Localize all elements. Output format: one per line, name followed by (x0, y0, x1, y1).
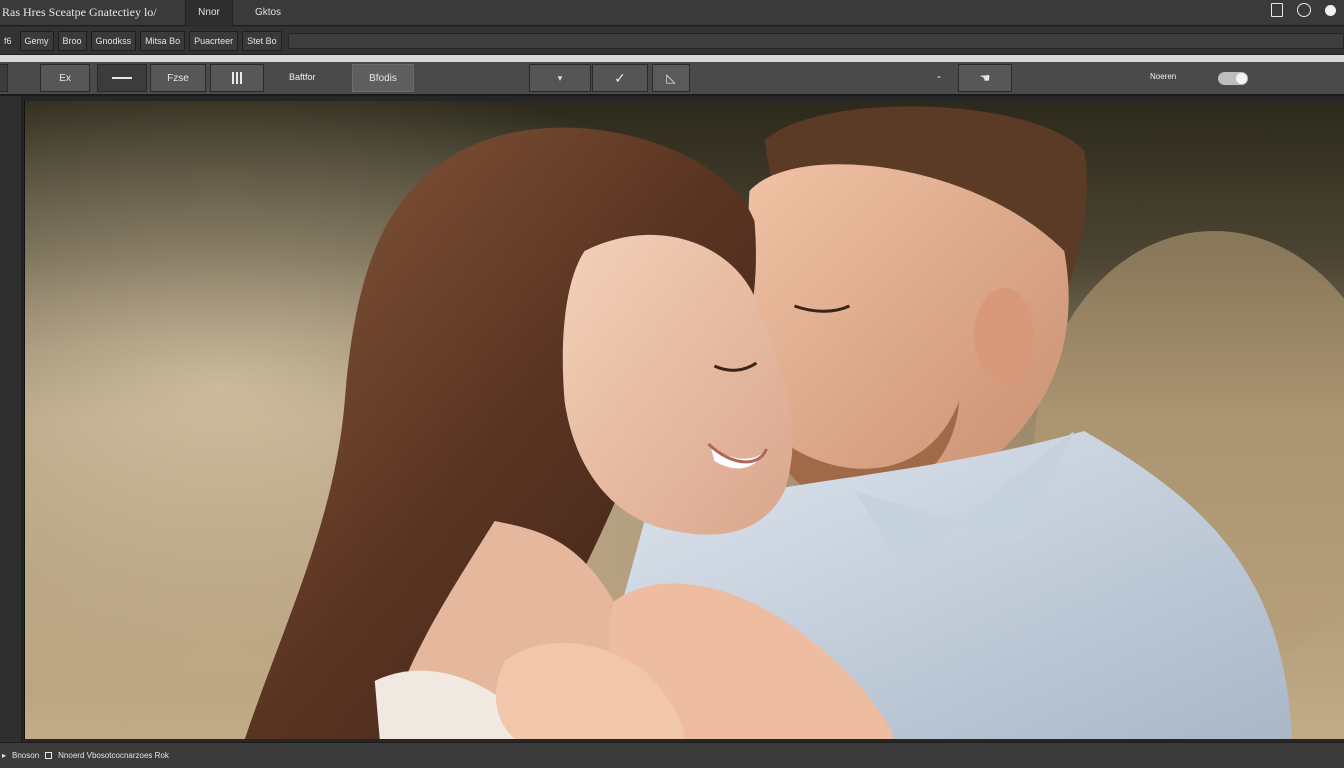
tool-bfodis[interactable]: Bfodis (352, 64, 414, 92)
accent-strip (0, 55, 1344, 62)
tool-ex-label: Ex (59, 72, 71, 84)
tool-bfodis-label: Bfodis (369, 72, 397, 84)
menu-item-mitsa-bo[interactable]: Mitsa Bo (140, 30, 186, 51)
photo-image (25, 101, 1344, 739)
hand-icon: ☚ (979, 71, 991, 85)
title-bar: Ras Hres Sceatpe Gnatectiey lo/ Nnor Gkt… (0, 0, 1344, 26)
menu-item-gemy[interactable]: Gemy (19, 30, 54, 51)
dropdown-button[interactable]: ▾ (529, 64, 591, 92)
menu-item-f6[interactable]: f6 (0, 31, 16, 51)
search-circle-icon[interactable] (1297, 3, 1311, 17)
tool-bars[interactable] (210, 64, 264, 92)
account-dot-icon[interactable] (1325, 4, 1336, 16)
toolbar-toggle[interactable] (1218, 72, 1248, 85)
toolbar-right-label: Noeren (1150, 72, 1177, 81)
ramp-button[interactable]: ◺ (652, 64, 690, 92)
menu-item-stet-bo[interactable]: Stet Bo (242, 30, 282, 51)
check-icon: ✓ (614, 69, 626, 86)
minus-icon[interactable]: - (937, 69, 941, 83)
document-icon[interactable] (1271, 3, 1283, 17)
tab-gktos[interactable]: Gktos (233, 0, 303, 26)
toolbar: Ex Fzse Baftfor Bfodis ▾ ✓ ◺ - ☚ Noeren (0, 62, 1344, 96)
side-rail (0, 96, 22, 742)
tab-nnor[interactable]: Nnor (185, 0, 233, 26)
tool-baftfor-label[interactable]: Baftfor (289, 72, 316, 82)
app-title: Ras Hres Sceatpe Gnatectiey lo/ (2, 5, 157, 19)
tool-ex[interactable]: Ex (40, 64, 90, 92)
check-button[interactable]: ✓ (592, 64, 648, 92)
menu-item-broo[interactable]: Broo (57, 30, 87, 51)
status-bar: ▸ Bnoson Nnoerd Vbosotcocnarzoes Rok (0, 742, 1344, 768)
menu-item-puacrteer[interactable]: Puacrteer (189, 30, 239, 51)
tool-fzse-label: Fzse (167, 72, 189, 84)
canvas-photo[interactable] (24, 101, 1344, 739)
status-arrow-icon: ▸ (2, 751, 7, 760)
tool-fzse[interactable]: Fzse (150, 64, 206, 92)
workspace (0, 96, 1344, 742)
status-left: Bnoson (12, 751, 40, 760)
tool-hand[interactable]: ☚ (958, 64, 1012, 92)
tool-line[interactable] (97, 64, 147, 92)
line-icon (112, 77, 132, 79)
menu-bar: f6 Gemy Broo Gnodkss Mitsa Bo Puacrteer … (0, 27, 1344, 55)
bars-icon (231, 72, 243, 84)
tool-left-edge[interactable] (0, 64, 8, 92)
status-right: Nnoerd Vbosotcocnarzoes Rok (58, 751, 169, 760)
menu-search-field[interactable] (287, 32, 1344, 49)
chevron-down-icon: ▾ (557, 72, 563, 83)
ramp-icon: ◺ (666, 71, 676, 85)
menu-item-gnodkss[interactable]: Gnodkss (90, 30, 137, 51)
status-square-icon (45, 752, 53, 759)
